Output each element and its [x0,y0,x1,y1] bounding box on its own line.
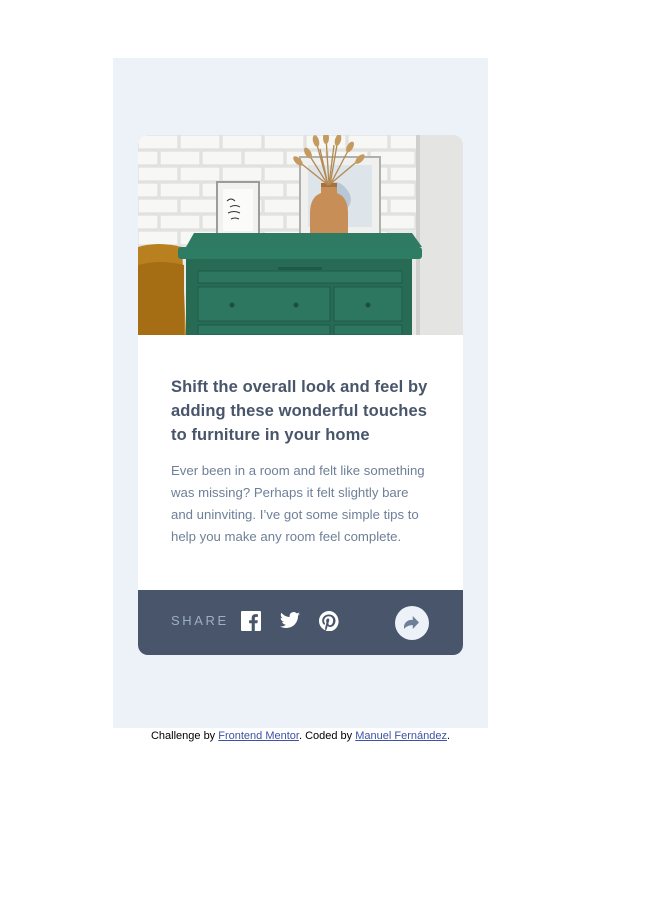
card-description: Ever been in a room and felt like someth… [171,463,425,544]
share-label: SHARE [171,613,229,628]
article-preview-card: Shift the overall look and feel by addin… [138,135,463,655]
card-content: Shift the overall look and feel by addin… [171,375,433,548]
page-background-panel: Shift the overall look and feel by addin… [113,58,488,728]
share-icon [404,616,419,629]
frontend-mentor-link[interactable]: Frontend Mentor [218,730,299,742]
author-link[interactable]: Manuel Fernández [355,730,447,742]
drawers-image [138,135,463,335]
share-bar: SHARE [138,590,463,655]
twitter-icon[interactable] [280,612,300,632]
attribution: Challenge by Frontend Mentor. Coded by M… [113,729,488,743]
share-button[interactable] [395,606,429,640]
facebook-icon[interactable] [241,611,261,631]
attribution-middle: . Coded by [298,730,353,742]
attribution-suffix: . [446,730,451,742]
card-title: Shift the overall look and feel by addin… [171,378,428,444]
pinterest-icon[interactable] [319,611,339,631]
attribution-prefix: Challenge by [150,730,216,742]
